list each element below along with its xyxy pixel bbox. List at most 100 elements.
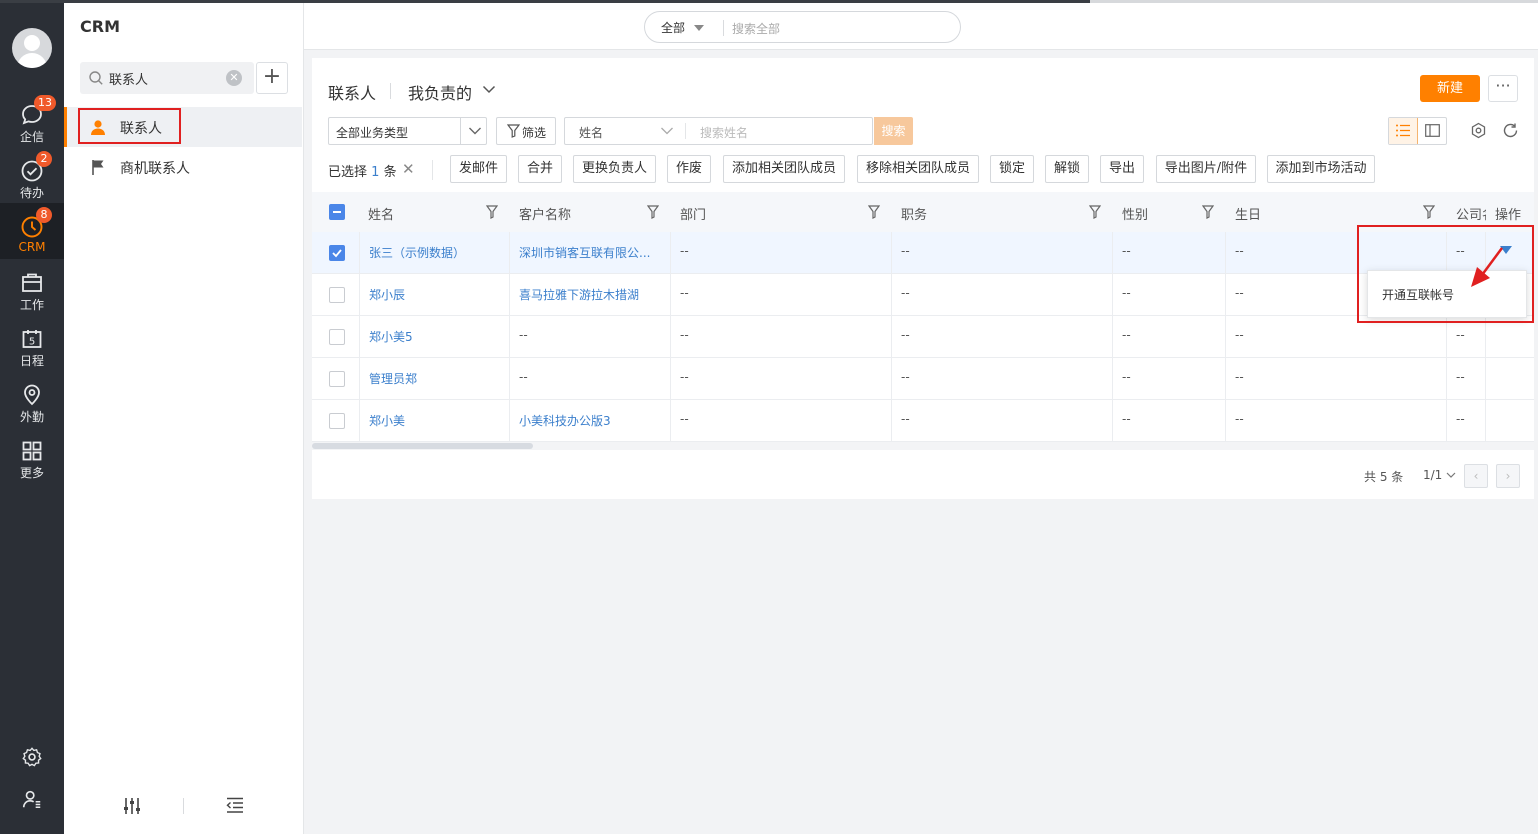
column-filter-icon[interactable]	[868, 205, 880, 219]
row-checkbox[interactable]	[329, 245, 345, 261]
cell-text[interactable]: 郑小美	[369, 412, 405, 429]
column-title: 姓名	[368, 208, 395, 223]
cell-title: --	[892, 358, 1113, 399]
cell-text[interactable]: 郑小辰	[369, 286, 405, 303]
cell-title: --	[892, 400, 1113, 441]
clear-selection-icon[interactable]: ✕	[402, 160, 415, 178]
export-button[interactable]: 导出	[1100, 155, 1144, 183]
horizontal-scrollbar[interactable]	[312, 442, 1534, 450]
cell-text: --	[1122, 412, 1131, 426]
cell-name[interactable]: 郑小辰	[359, 274, 510, 315]
cell-name[interactable]: 郑小美	[359, 400, 510, 441]
column-header-name[interactable]: 姓名	[359, 192, 510, 232]
calendar-day: 5	[29, 337, 35, 348]
add-to-campaign-button[interactable]: 添加到市场活动	[1267, 155, 1375, 183]
table-row[interactable]: 郑小美5 -- -- -- -- -- --	[312, 316, 1534, 358]
rail-item-field[interactable]: 外勤	[0, 375, 64, 431]
user-avatar[interactable]	[12, 28, 52, 68]
column-filter-icon[interactable]	[1202, 205, 1214, 219]
business-type-select[interactable]: 全部业务类型	[328, 117, 487, 145]
cell-name[interactable]: 管理员郑	[359, 358, 510, 399]
column-header-department[interactable]: 部门	[671, 192, 892, 232]
rail-item-todo[interactable]: 2 待办	[0, 151, 64, 207]
scrollbar-thumb[interactable]	[312, 443, 533, 449]
select-all-checkbox[interactable]	[329, 204, 345, 220]
collapse-menu-icon[interactable]	[226, 797, 244, 813]
add-button[interactable]: +	[256, 62, 288, 94]
lock-button[interactable]: 锁定	[990, 155, 1034, 183]
search-name-input[interactable]: 搜索姓名	[700, 124, 748, 141]
remove-team-member-button[interactable]: 移除相关团队成员	[857, 155, 979, 183]
caret-down-icon[interactable]	[694, 25, 704, 31]
column-header-gender[interactable]: 性别	[1113, 192, 1226, 232]
clear-icon[interactable]: ✕	[226, 70, 242, 86]
rail-item-schedule[interactable]: 5 日程	[0, 319, 64, 375]
cell-customer[interactable]: 喜马拉雅下游拉木措湖	[510, 274, 671, 315]
column-filter-icon[interactable]	[486, 205, 498, 219]
search-field-value[interactable]: 姓名	[579, 124, 603, 141]
new-button[interactable]: 新建	[1420, 75, 1480, 102]
cell-text[interactable]: 深圳市销客互联有限公...	[519, 244, 650, 261]
row-checkbox[interactable]	[329, 371, 345, 387]
view-toggle[interactable]	[1388, 117, 1447, 145]
cell-text[interactable]: 郑小美5	[369, 328, 413, 345]
row-checkbox[interactable]	[329, 329, 345, 345]
cell-name[interactable]: 郑小美5	[359, 316, 510, 357]
cell-customer[interactable]: 小美科技办公版3	[510, 400, 671, 441]
gear-icon[interactable]	[21, 746, 43, 768]
pager-page-select[interactable]: 1/1	[1423, 468, 1456, 482]
view-selector[interactable]: 我负责的	[408, 80, 472, 104]
user-settings-icon[interactable]	[21, 788, 43, 810]
merge-button[interactable]: 合并	[518, 155, 562, 183]
global-search[interactable]: 全部 搜索全部	[644, 11, 961, 43]
column-header-customer[interactable]: 客户名称	[510, 192, 671, 232]
column-filter-icon[interactable]	[1089, 205, 1101, 219]
chevron-down-icon[interactable]	[482, 84, 496, 94]
rail-badge: 8	[36, 207, 52, 223]
table-row[interactable]: 管理员郑 -- -- -- -- -- --	[312, 358, 1534, 400]
search-button[interactable]: 搜索	[874, 117, 913, 145]
chevron-down-icon[interactable]	[660, 125, 674, 137]
void-button[interactable]: 作废	[667, 155, 711, 183]
rail-item-crm[interactable]: 8 CRM	[0, 203, 64, 259]
list-view-button[interactable]	[1389, 118, 1418, 144]
rail-item-more[interactable]: 更多	[0, 431, 64, 487]
filter-button[interactable]: 筛选	[496, 117, 556, 145]
rail-item-chat[interactable]: 13 企信	[0, 95, 64, 151]
row-checkbox[interactable]	[329, 413, 345, 429]
prev-page-button[interactable]: ‹	[1464, 464, 1488, 488]
sidebar-item-opportunity-contacts[interactable]: 商机联系人	[64, 147, 302, 187]
rail-item-work[interactable]: 工作	[0, 263, 64, 319]
column-header-title[interactable]: 职务	[892, 192, 1113, 232]
add-team-member-button[interactable]: 添加相关团队成员	[723, 155, 845, 183]
column-filter-icon[interactable]	[1423, 205, 1435, 219]
column-filter-icon[interactable]	[647, 205, 659, 219]
send-email-button[interactable]: 发邮件	[450, 155, 507, 183]
global-search-input[interactable]: 搜索全部	[732, 20, 780, 37]
sliders-icon[interactable]	[122, 797, 142, 815]
export-attachments-button[interactable]: 导出图片/附件	[1156, 155, 1256, 183]
app-title: CRM	[80, 17, 120, 36]
cell-name[interactable]: 张三（示例数据）	[359, 232, 510, 273]
next-page-button[interactable]: ›	[1496, 464, 1520, 488]
cell-text[interactable]: 张三（示例数据）	[369, 244, 465, 261]
cell-text[interactable]: 喜马拉雅下游拉木措湖	[519, 286, 639, 303]
refresh-icon[interactable]	[1502, 122, 1519, 139]
sidebar-search-value[interactable]: 联系人	[109, 69, 148, 88]
cell-text[interactable]: 小美科技办公版3	[519, 412, 611, 429]
table-row[interactable]: 郑小辰 喜马拉雅下游拉木措湖 -- -- -- -- --	[312, 274, 1534, 316]
table-row[interactable]: 张三（示例数据） 深圳市销客互联有限公... -- -- -- -- --	[312, 232, 1534, 274]
settings-icon[interactable]	[1470, 122, 1487, 139]
cell-customer[interactable]: 深圳市销客互联有限公...	[510, 232, 671, 273]
change-owner-button[interactable]: 更换负责人	[573, 155, 656, 183]
sidebar-search[interactable]: 联系人 ✕	[80, 62, 254, 94]
row-checkbox[interactable]	[329, 287, 345, 303]
table-row[interactable]: 郑小美 小美科技办公版3 -- -- -- -- --	[312, 400, 1534, 442]
search-field[interactable]: 姓名 搜索姓名	[564, 117, 873, 145]
cell-text: --	[680, 370, 689, 384]
cell-text[interactable]: 管理员郑	[369, 370, 417, 387]
unlock-button[interactable]: 解锁	[1045, 155, 1089, 183]
more-button[interactable]: ···	[1488, 75, 1518, 102]
search-scope[interactable]: 全部	[661, 19, 685, 36]
rail-label: 待办	[19, 186, 44, 200]
